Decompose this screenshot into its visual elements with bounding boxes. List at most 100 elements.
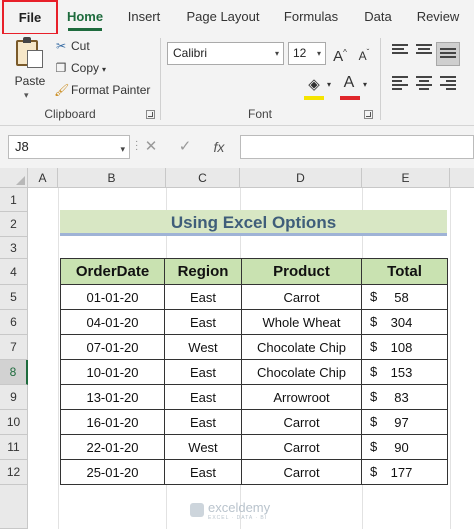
resize-handle-icon[interactable]: · · · — [135, 137, 139, 155]
chevron-down-icon[interactable]: ▾ — [102, 65, 106, 74]
font-size-select[interactable]: 12 ▾ — [288, 42, 326, 65]
cell-region[interactable]: East — [164, 284, 242, 310]
cell-date[interactable]: 22-01-20 — [60, 434, 165, 460]
cell-date[interactable]: 04-01-20 — [60, 309, 165, 335]
tab-data[interactable]: Data — [356, 0, 400, 34]
name-box[interactable]: J8 ▾ — [8, 135, 130, 159]
row-header-3[interactable]: 3 — [0, 237, 28, 259]
row-header-8[interactable]: 8 — [0, 360, 28, 385]
cell-date[interactable]: 16-01-20 — [60, 409, 165, 435]
cell-date[interactable]: 07-01-20 — [60, 334, 165, 360]
row-header-10[interactable]: 10 — [0, 410, 28, 435]
cell-total[interactable]: $58 — [361, 284, 448, 310]
insert-function-icon[interactable]: fx — [208, 135, 230, 159]
cell-total[interactable]: $108 — [361, 334, 448, 360]
cell-total[interactable]: $90 — [361, 434, 448, 460]
cell-date[interactable]: 01-01-20 — [60, 284, 165, 310]
font-launcher-icon[interactable] — [364, 110, 373, 119]
shrink-font-button[interactable]: Aˇ — [356, 42, 372, 64]
tab-home[interactable]: Home — [60, 0, 110, 34]
row-header-1[interactable]: 1 — [0, 188, 28, 212]
align-center-icon[interactable] — [416, 76, 432, 90]
currency-symbol: $ — [370, 414, 378, 429]
chevron-down-icon[interactable]: ▾ — [24, 90, 29, 101]
cell-product[interactable]: Chocolate Chip — [241, 359, 362, 385]
cell-date[interactable]: 25-01-20 — [60, 459, 165, 485]
align-left-icon[interactable] — [392, 76, 408, 90]
row-header-2[interactable]: 2 — [0, 212, 28, 237]
cell-product[interactable]: Whole Wheat — [241, 309, 362, 335]
column-header-e[interactable]: E — [362, 168, 450, 188]
cell-region[interactable]: East — [164, 409, 242, 435]
header-orderdate[interactable]: OrderDate — [60, 258, 165, 285]
cell-date[interactable]: 10-01-20 — [60, 359, 165, 385]
cut-button[interactable]: ✂ Cut — [54, 36, 90, 56]
row-header-13[interactable] — [0, 485, 28, 529]
cell-product[interactable]: Carrot — [241, 409, 362, 435]
header-region[interactable]: Region — [164, 258, 242, 285]
tab-file[interactable]: File — [2, 0, 58, 35]
row-header-12[interactable]: 12 — [0, 460, 28, 485]
cell-product[interactable]: Carrot — [241, 459, 362, 485]
cell-product[interactable]: Arrowroot — [241, 384, 362, 410]
paste-button[interactable]: Paste ▾ — [8, 37, 50, 104]
tab-review[interactable]: Review — [410, 0, 466, 34]
align-right-icon[interactable] — [440, 76, 456, 90]
fill-color-button[interactable]: ◈ — [306, 74, 322, 96]
cell-product[interactable]: Chocolate Chip — [241, 334, 362, 360]
chevron-down-icon[interactable]: ▾ — [324, 74, 334, 96]
total-value: 177 — [390, 464, 413, 480]
tab-formulas[interactable]: Formulas — [276, 0, 346, 34]
tab-page-layout[interactable]: Page Layout — [180, 0, 266, 34]
copy-button[interactable]: ❐ Copy ▾ — [54, 58, 106, 78]
cancel-icon[interactable]: ✕ — [142, 135, 160, 159]
cell-total[interactable]: $304 — [361, 309, 448, 335]
font-name-select[interactable]: Calibri ▾ — [167, 42, 284, 65]
total-value: 97 — [394, 414, 409, 430]
align-top-icon[interactable] — [392, 44, 408, 58]
font-color-button[interactable]: A — [340, 72, 358, 94]
font-name-value: Calibri — [173, 46, 208, 60]
cell-region[interactable]: West — [164, 334, 242, 360]
cell-region[interactable]: East — [164, 459, 242, 485]
column-header-f[interactable] — [450, 168, 474, 188]
tab-insert[interactable]: Insert — [118, 0, 170, 34]
cell-total[interactable]: $177 — [361, 459, 448, 485]
select-all-button[interactable] — [0, 168, 28, 188]
chevron-down-icon[interactable]: ▾ — [360, 74, 370, 96]
sheet-title[interactable]: Using Excel Options — [60, 210, 447, 236]
row-header-9[interactable]: 9 — [0, 385, 28, 410]
row-header-4[interactable]: 4 — [0, 259, 28, 285]
table-header-row: OrderDate Region Product Total — [60, 258, 448, 285]
format-painter-button[interactable]: 🖌 Format Painter — [54, 80, 150, 100]
clipboard-launcher-icon[interactable] — [146, 110, 155, 119]
row-header-7[interactable]: 7 — [0, 335, 28, 360]
row-header-11[interactable]: 11 — [0, 435, 28, 460]
column-header-b[interactable]: B — [58, 168, 166, 188]
row-header-6[interactable]: 6 — [0, 310, 28, 335]
currency-symbol: $ — [370, 389, 378, 404]
cell-product[interactable]: Carrot — [241, 434, 362, 460]
cell-date[interactable]: 13-01-20 — [60, 384, 165, 410]
row-header-5[interactable]: 5 — [0, 285, 28, 310]
formula-input[interactable] — [240, 135, 474, 159]
cell-region[interactable]: East — [164, 384, 242, 410]
column-header-d[interactable]: D — [240, 168, 362, 188]
copy-label: Copy — [71, 61, 100, 75]
header-product[interactable]: Product — [241, 258, 362, 285]
cell-total[interactable]: $153 — [361, 359, 448, 385]
header-total[interactable]: Total — [361, 258, 448, 285]
grow-font-button[interactable]: A^ — [332, 42, 348, 65]
cell-region[interactable]: East — [164, 309, 242, 335]
column-header-a[interactable]: A — [28, 168, 58, 188]
gridline — [450, 188, 451, 529]
enter-icon[interactable]: ✓ — [176, 135, 194, 159]
cell-product[interactable]: Carrot — [241, 284, 362, 310]
align-middle-icon[interactable] — [416, 44, 432, 58]
column-header-c[interactable]: C — [166, 168, 240, 188]
cell-region[interactable]: West — [164, 434, 242, 460]
cell-total[interactable]: $83 — [361, 384, 448, 410]
cell-total[interactable]: $97 — [361, 409, 448, 435]
chevron-down-icon[interactable]: ▾ — [120, 138, 125, 160]
cell-region[interactable]: East — [164, 359, 242, 385]
